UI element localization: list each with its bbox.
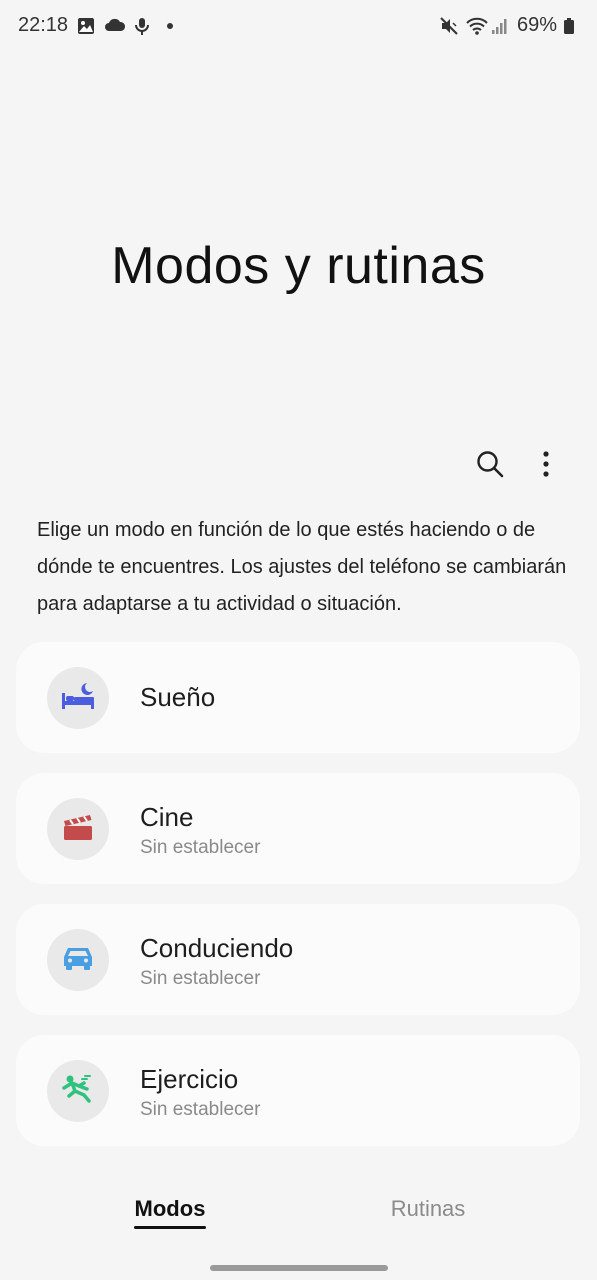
mode-card-conduciendo[interactable]: Conduciendo Sin establecer (16, 904, 580, 1015)
battery-percent: 69% (516, 14, 557, 36)
mode-card-ejercicio[interactable]: Ejercicio Sin establecer (16, 1035, 580, 1146)
mode-card-cine[interactable]: Cine Sin establecer (16, 773, 580, 884)
mode-name: Cine (140, 802, 194, 832)
mode-name: Sueño (140, 682, 216, 712)
tab-modos[interactable]: Modos (106, 1196, 234, 1222)
clapperboard-icon (62, 813, 94, 846)
tab-rutinas[interactable]: Rutinas (365, 1196, 491, 1222)
signal-icon (491, 16, 511, 36)
status-right: 69% (439, 14, 575, 37)
mode-status: Sin establecer (140, 1099, 261, 1120)
tab-selected-indicator (134, 1226, 206, 1229)
mode-name: Ejercicio (140, 1064, 239, 1094)
mode-icon-container (47, 929, 109, 991)
search-button[interactable] (472, 448, 508, 484)
mode-icon-container (47, 1060, 109, 1122)
mic-icon (132, 16, 152, 36)
page-title: Modos y rutinas (111, 237, 486, 295)
mode-status: Sin establecer (140, 837, 261, 858)
mode-name: Conduciendo (140, 933, 294, 963)
mode-status: Sin establecer (140, 968, 261, 989)
dot-icon (160, 16, 180, 36)
status-left: 22:18 (18, 14, 180, 37)
running-icon (60, 1074, 96, 1109)
description-text: Elige un modo en función de lo que estés… (37, 519, 567, 615)
cloud-icon (104, 16, 126, 36)
home-indicator[interactable] (210, 1265, 388, 1271)
bed-icon (60, 681, 96, 716)
mode-card-sueno[interactable]: Sueño (16, 642, 580, 753)
gallery-icon (76, 16, 96, 36)
mode-icon-container (47, 667, 109, 729)
more-options-button[interactable] (528, 448, 564, 484)
vibrate-mute-icon (439, 16, 459, 36)
wifi-icon (465, 16, 488, 36)
status-bar: 22:18 69% (0, 0, 597, 54)
car-icon (61, 944, 95, 977)
more-vert-icon (541, 449, 551, 484)
battery-icon (563, 16, 575, 36)
mode-icon-container (47, 798, 109, 860)
status-time: 22:18 (18, 14, 69, 36)
search-icon (475, 449, 505, 484)
